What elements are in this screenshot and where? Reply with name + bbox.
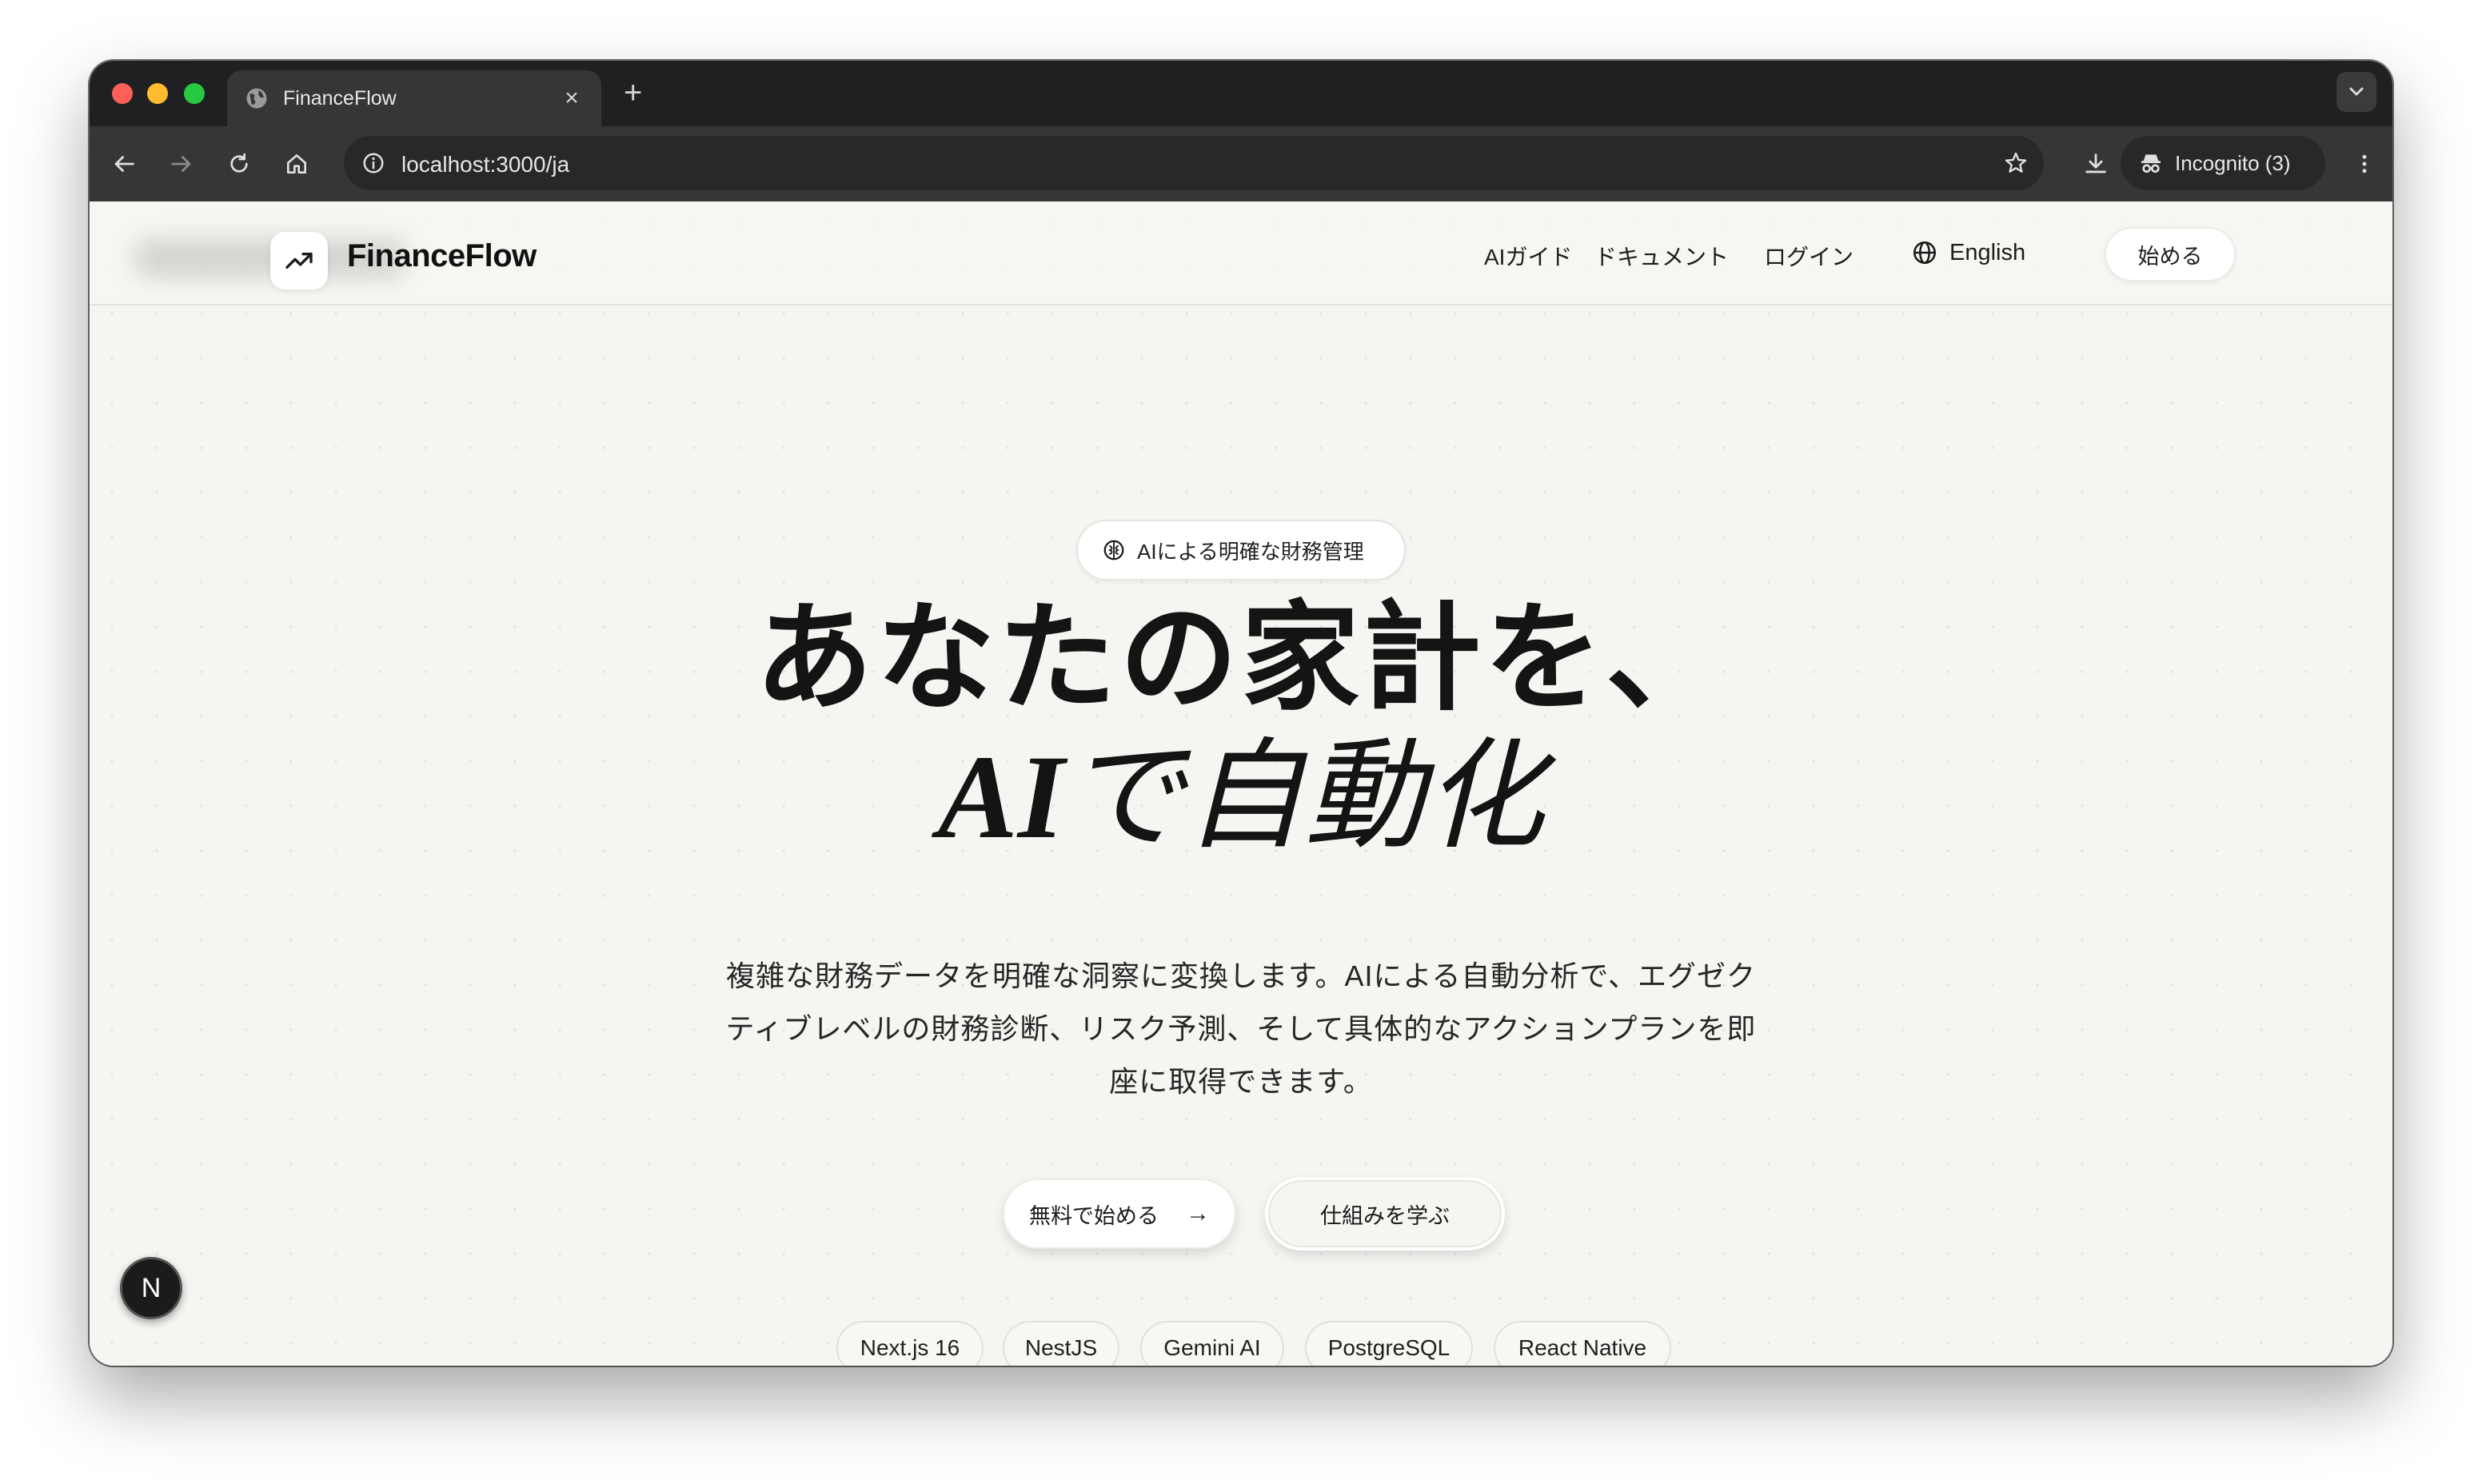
page-content: FinanceFlow AIガイド ドキュメント ログイン English 始め… — [90, 201, 2392, 1366]
forward-button[interactable] — [163, 146, 200, 182]
browser-menu-button[interactable] — [2346, 146, 2383, 182]
incognito-icon — [2141, 154, 2161, 173]
bookmark-button[interactable] — [1997, 145, 2034, 182]
reload-icon — [230, 153, 248, 173]
nav-link-login[interactable]: ログイン — [1764, 240, 1854, 272]
reload-button[interactable] — [221, 146, 257, 182]
tech-chip: Next.js 16 — [836, 1321, 984, 1366]
dev-tools-badge[interactable]: N — [120, 1257, 182, 1319]
home-icon — [287, 154, 306, 174]
tech-stack-list: Next.js 16 NestJS Gemini AI PostgreSQL R… — [90, 1321, 2392, 1366]
learn-how-button[interactable]: 仕組みを学ぶ — [1265, 1177, 1505, 1251]
site-header: FinanceFlow AIガイド ドキュメント ログイン English 始め… — [90, 201, 2392, 305]
nav-link-docs[interactable]: ドキュメント — [1594, 240, 1729, 272]
hero-subtitle: 複雑な財務データを明確な洞察に変換します。AIによる自動分析で、エグゼク ティブ… — [705, 950, 1777, 1108]
tech-chip: React Native — [1494, 1321, 1671, 1366]
hero-title-line-2: AIで自動化 — [90, 724, 2392, 869]
star-icon — [2005, 152, 2027, 173]
hero-title-ai: AI — [937, 731, 1065, 864]
back-button[interactable] — [106, 146, 142, 182]
brain-icon — [1103, 540, 1124, 560]
hero-badge-text: AIによる明確な財務管理 — [1137, 539, 1364, 564]
globe-icon — [246, 88, 267, 109]
tab-title: FinanceFlow — [283, 86, 397, 110]
nav-start-button[interactable]: 始める — [2105, 227, 2236, 281]
tech-chip: PostgreSQL — [1305, 1321, 1473, 1366]
tab-active[interactable]: FinanceFlow × — [227, 70, 601, 126]
minimize-window-button[interactable] — [147, 83, 168, 104]
hero-subtitle-line: 複雑な財務データを明確な洞察に変換します。AIによる自動分析で、エグゼク — [726, 959, 1756, 992]
site-info-button[interactable] — [355, 145, 392, 182]
hero-subtitle-line: 座に取得できます。 — [1109, 1065, 1373, 1098]
tab-search-button[interactable] — [2336, 72, 2376, 112]
arrow-right-icon — [171, 156, 191, 172]
address-bar[interactable]: localhost:3000/ja — [344, 136, 2044, 190]
maximize-window-button[interactable] — [184, 83, 205, 104]
logo-mark[interactable] — [270, 232, 328, 289]
arrow-left-icon — [114, 156, 134, 172]
download-icon — [2085, 154, 2106, 174]
close-window-button[interactable] — [112, 83, 133, 104]
tab-bar: FinanceFlow × + — [90, 61, 2392, 126]
start-free-button[interactable]: 無料で始める → — [1003, 1179, 1236, 1249]
hero-title-line-1: あなたの家計を、 — [755, 588, 1727, 727]
hero-title-automate: で自動化 — [1064, 727, 1545, 866]
incognito-profile-button[interactable]: Incognito (3) — [2121, 136, 2325, 190]
language-label: English — [1949, 239, 2026, 265]
new-tab-button[interactable]: + — [624, 77, 642, 109]
home-button[interactable] — [278, 146, 315, 182]
start-free-label: 無料で始める — [1029, 1203, 1159, 1228]
downloads-button[interactable] — [2077, 146, 2114, 182]
browser-window: FinanceFlow × + localhost:3000/ja Incogn… — [90, 61, 2392, 1366]
tech-chip: NestJS — [1003, 1321, 1119, 1366]
globe-icon — [1913, 241, 1937, 265]
browser-toolbar: localhost:3000/ja Incognito (3) — [90, 126, 2392, 201]
kebab-menu-icon — [2362, 154, 2367, 174]
logo-text[interactable]: FinanceFlow — [347, 238, 537, 274]
hero-subtitle-line: ティブレベルの財務診断、リスク予測、そして具体的なアクションプランを即 — [725, 1012, 1757, 1045]
info-icon — [363, 153, 384, 174]
trending-up-icon — [285, 253, 313, 269]
tech-chip: Gemini AI — [1140, 1321, 1284, 1366]
nav-link-ai-guide[interactable]: AIガイド — [1484, 240, 1572, 272]
close-tab-icon[interactable]: × — [560, 85, 584, 112]
url-text: localhost:3000/ja — [401, 152, 570, 177]
chevron-down-icon — [2349, 87, 2364, 96]
language-switcher[interactable]: English — [1911, 233, 2025, 272]
arrow-right-icon: → — [1186, 1200, 1210, 1227]
hero-badge: AIによる明確な財務管理 — [1076, 520, 1406, 580]
incognito-label: Incognito (3) — [2175, 150, 2291, 175]
